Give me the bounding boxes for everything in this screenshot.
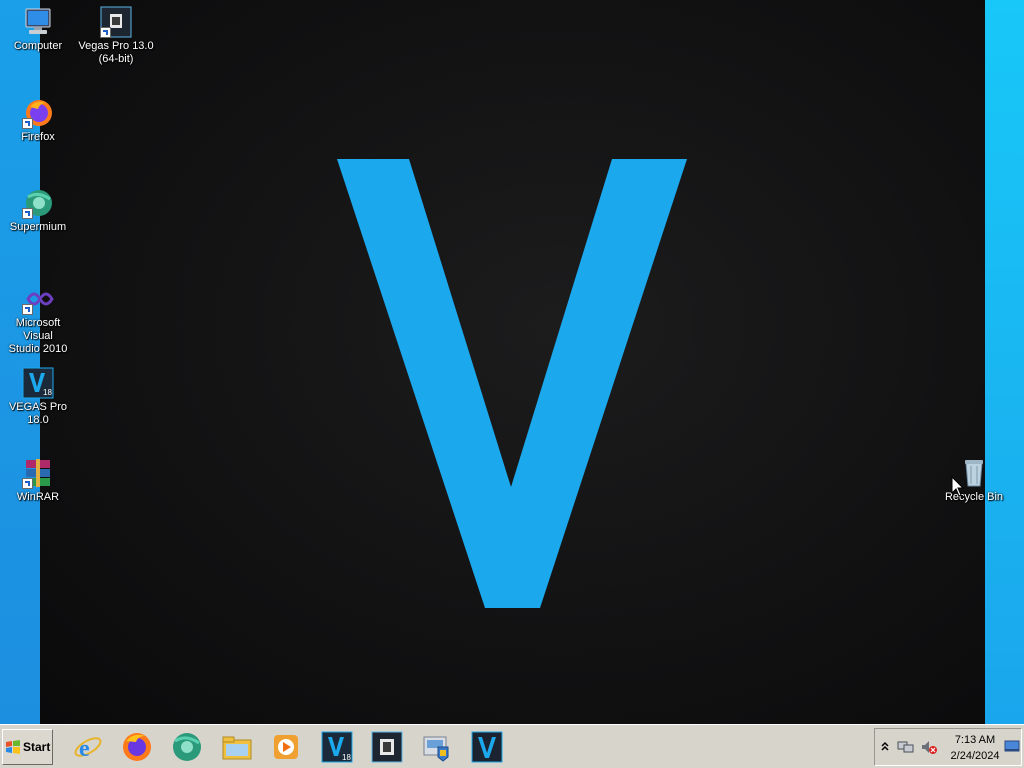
clock-time[interactable]: 7:13 AM	[945, 734, 1005, 746]
svg-text:18: 18	[342, 753, 351, 762]
desktop-icon-firefox[interactable]: Firefox	[0, 97, 76, 144]
desktop-icon-supermium[interactable]: Supermium	[0, 187, 76, 234]
volume-muted-icon[interactable]	[920, 739, 938, 755]
control-panel-icon	[423, 736, 449, 762]
shortcut-arrow-icon	[22, 208, 33, 219]
taskbar-firefox-button[interactable]	[117, 729, 157, 765]
taskbar-vegas-pro-18-button[interactable]: 18	[317, 729, 357, 765]
desktop[interactable]: Computer Vegas Pro 13.0 (64-bit) Firefox…	[0, 0, 1024, 724]
taskbar: Start e 18 7:13 AM 2/24/2024	[0, 724, 1024, 768]
vegas-pro-13-icon	[100, 6, 132, 38]
taskbar-control-panel-button[interactable]	[416, 729, 456, 765]
vegas-pro-13-icon	[371, 731, 403, 763]
firefox-icon	[123, 733, 151, 761]
desktop-icon-vegas-pro-13[interactable]: Vegas Pro 13.0 (64-bit)	[78, 6, 154, 66]
desktop-icon-vegas-pro-18[interactable]: 18 VEGAS Pro 18.0	[0, 367, 76, 427]
desktop-icon-winrar[interactable]: WinRAR	[0, 457, 76, 504]
wallpaper-v-logo	[337, 159, 687, 608]
media-player-icon	[274, 735, 298, 759]
taskbar-vegas-pro-13-button[interactable]	[367, 729, 407, 765]
visual-studio-icon	[22, 283, 54, 315]
vegas-icon	[471, 731, 503, 763]
winrar-icon	[22, 457, 54, 489]
svg-text:18: 18	[43, 388, 52, 397]
taskbar-media-player-button[interactable]	[266, 729, 306, 765]
desktop-icon-label: VEGAS Pro 18.0	[8, 401, 68, 426]
computer-icon	[22, 6, 54, 38]
desktop-icon-label: Vegas Pro 13.0 (64-bit)	[78, 40, 154, 65]
taskbar-internet-explorer-button[interactable]: e	[68, 729, 108, 765]
shortcut-arrow-icon	[100, 27, 111, 38]
shortcut-arrow-icon	[22, 304, 33, 315]
desktop-icon-label: Microsoft Visual Studio 2010	[8, 317, 68, 355]
firefox-icon	[22, 97, 54, 129]
desktop-icon-label: Firefox	[21, 131, 55, 143]
shortcut-arrow-icon	[22, 478, 33, 489]
taskbar-supermium-button[interactable]	[167, 729, 207, 765]
taskbar-file-explorer-button[interactable]	[217, 729, 257, 765]
desktop-icon-computer[interactable]: Computer	[0, 6, 76, 53]
vegas-pro-18-icon: 18	[321, 731, 353, 763]
network-icon[interactable]	[897, 739, 915, 755]
vegas-pro-18-icon: 18	[22, 367, 54, 399]
desktop-icon-recycle-bin[interactable]: Recycle Bin	[936, 457, 1012, 504]
file-explorer-icon	[222, 736, 252, 760]
show-desktop-icon[interactable]	[1004, 739, 1020, 753]
supermium-icon	[22, 187, 54, 219]
start-button[interactable]: Start	[2, 729, 53, 765]
desktop-icon-label: Supermium	[9, 221, 67, 233]
desktop-icon-label: WinRAR	[16, 491, 60, 503]
internet-explorer-icon: e	[74, 736, 102, 762]
windows-logo-icon	[6, 740, 20, 754]
svg-text:e: e	[79, 736, 90, 762]
desktop-icon-label: Recycle Bin	[944, 491, 1004, 503]
shortcut-arrow-icon	[22, 118, 33, 129]
mouse-cursor-icon	[951, 476, 965, 497]
taskbar-vegas-button[interactable]	[467, 729, 507, 765]
desktop-icon-label: Computer	[13, 40, 63, 52]
clock-date[interactable]: 2/24/2024	[945, 750, 1005, 762]
start-label: Start	[23, 740, 51, 754]
desktop-icon-visual-studio-2010[interactable]: Microsoft Visual Studio 2010	[0, 283, 76, 356]
supermium-icon	[173, 733, 201, 761]
show-hidden-icons-chevron-icon[interactable]	[880, 740, 890, 752]
notification-area: 7:13 AM 2/24/2024	[874, 728, 1022, 766]
